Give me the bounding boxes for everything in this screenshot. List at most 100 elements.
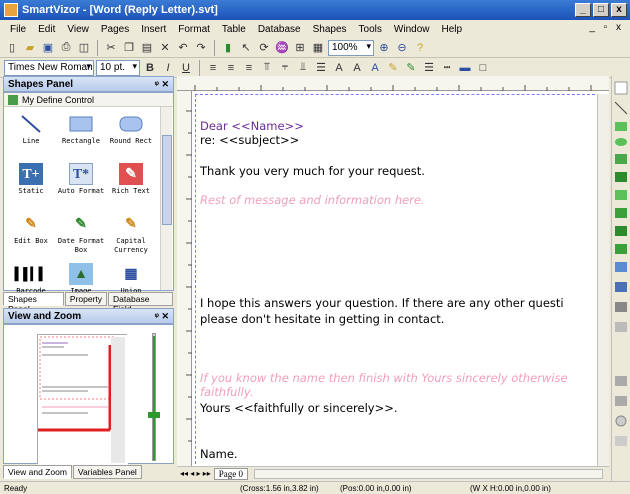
justify-icon[interactable]: ☰ xyxy=(313,60,329,76)
shape-edit-box[interactable]: ✎ Edit Box xyxy=(6,211,56,259)
status-cross: (Cross:1.56 in,3.82 in) xyxy=(240,483,319,493)
page-tab[interactable]: Page 0 xyxy=(213,467,249,480)
redo-icon[interactable]: ↷ xyxy=(193,40,209,56)
line-style-icon[interactable]: ☰ xyxy=(421,60,437,76)
font-color-icon[interactable]: A xyxy=(367,60,383,76)
maximize-button[interactable]: □ xyxy=(593,3,609,17)
body-line-2[interactable]: please don't hesitate in getting in cont… xyxy=(200,312,444,326)
menu-insert[interactable]: Insert xyxy=(135,24,172,35)
undo-icon[interactable]: ↶ xyxy=(175,40,191,56)
shape-rich-text[interactable]: ✎ Rich Text xyxy=(106,161,156,209)
menu-help[interactable]: Help xyxy=(435,24,468,35)
pointer-icon[interactable]: ↖ xyxy=(238,40,254,56)
line-color-icon[interactable]: ✎ xyxy=(403,60,419,76)
shape-capital-currency[interactable]: ✎ Capital Currency xyxy=(106,211,156,259)
menu-table[interactable]: Table xyxy=(216,24,252,35)
name-line[interactable]: Name. xyxy=(200,447,238,461)
body-line-1[interactable]: I hope this answers your question. If th… xyxy=(200,296,564,310)
closing-line[interactable]: Yours <<faithfully or sincerely>>. xyxy=(200,401,398,415)
open-icon[interactable]: ▰ xyxy=(22,40,38,56)
shape-line[interactable]: Line xyxy=(6,111,56,159)
align-left-icon[interactable]: ≡ xyxy=(205,60,221,76)
fill-color-icon[interactable]: ▬ xyxy=(457,60,473,76)
align-right-icon[interactable]: ≡ xyxy=(241,60,257,76)
align-center-icon[interactable]: ≡ xyxy=(223,60,239,76)
new-icon[interactable]: ▯ xyxy=(4,40,20,56)
category-header[interactable]: My Define Control xyxy=(4,93,173,107)
print-preview-icon[interactable]: ◫ xyxy=(76,40,92,56)
align-top-icon[interactable]: ⫪ xyxy=(259,60,275,76)
view-zoom-close-icon[interactable]: ᵠ ✕ xyxy=(155,311,169,322)
date-format-icon: ✎ xyxy=(75,216,87,232)
page-thumbnail[interactable] xyxy=(37,334,128,465)
copy-icon[interactable]: ❐ xyxy=(121,40,137,56)
subject-line[interactable]: re: <<subject>> xyxy=(200,133,299,147)
format-painter-icon[interactable]: ♒ xyxy=(274,40,290,56)
mdi-controls[interactable]: _ ▫ x xyxy=(589,22,624,33)
print-icon[interactable]: ⎙ xyxy=(58,40,74,56)
horizontal-scrollbar[interactable] xyxy=(254,468,603,479)
cut-icon[interactable]: ✂ xyxy=(103,40,119,56)
menu-pages[interactable]: Pages xyxy=(95,24,135,35)
menu-database[interactable]: Database xyxy=(252,24,307,35)
zoom-in-icon[interactable]: ⊕ xyxy=(376,40,392,56)
greeting-line[interactable]: Dear <<Name>> xyxy=(200,119,304,133)
menu-window[interactable]: Window xyxy=(388,24,436,35)
font-size-select[interactable]: 10 pt. xyxy=(96,59,140,76)
menu-tools[interactable]: Tools xyxy=(353,24,388,35)
shape-date-format-box[interactable]: ✎ Date Format Box xyxy=(56,211,106,259)
zoom-select[interactable]: 100% xyxy=(328,39,374,56)
page-nav-icons[interactable]: ◂◂ ◂ ▸ ▸▸ xyxy=(177,469,214,478)
menu-view[interactable]: View xyxy=(61,24,95,35)
paste-icon[interactable]: ▤ xyxy=(139,40,155,56)
help-icon[interactable]: ? xyxy=(412,40,428,56)
border-icon[interactable]: □ xyxy=(475,60,491,76)
tab-shapes-panel[interactable]: Shapes Panel xyxy=(3,292,64,314)
chart-icon[interactable]: ▮ xyxy=(220,40,236,56)
align-middle-icon[interactable]: ⫧ xyxy=(277,60,293,76)
shape-static[interactable]: T+ Static xyxy=(6,161,56,209)
shapes-scrollbar[interactable] xyxy=(160,107,172,290)
bold-icon[interactable]: B xyxy=(142,60,158,76)
line-dash-icon[interactable]: ┅ xyxy=(439,60,455,76)
shapes-panel-title: Shapes Panel xyxy=(8,78,74,90)
vertical-scrollbar[interactable] xyxy=(597,94,609,466)
tab-database-field[interactable]: Database Field xyxy=(108,292,173,314)
tab-property[interactable]: Property xyxy=(64,292,108,306)
view-zoom-panel xyxy=(3,324,174,465)
table-icon[interactable]: ⊞ xyxy=(292,40,308,56)
delete-icon[interactable]: ✕ xyxy=(157,40,173,56)
shrink-font-icon[interactable]: A xyxy=(349,60,365,76)
grow-font-icon[interactable]: A xyxy=(331,60,347,76)
shape-rectangle[interactable]: Rectangle xyxy=(56,111,106,159)
shape-round-rect[interactable]: Round Rect xyxy=(106,111,156,159)
zoom-out-icon[interactable]: ⊖ xyxy=(394,40,410,56)
italic-icon[interactable]: I xyxy=(160,60,176,76)
menu-shapes[interactable]: Shapes xyxy=(307,24,353,35)
shape-auto-format[interactable]: T* Auto Format xyxy=(56,161,106,209)
thank-you-line[interactable]: Thank you very much for your request. xyxy=(200,164,425,178)
document-page[interactable]: Dear <<Name>> re: <<subject>> Thank you … xyxy=(195,94,605,464)
closing-hint-2[interactable]: faithfully. xyxy=(200,385,253,399)
category-label: My Define Control xyxy=(22,94,95,105)
align-bottom-icon[interactable]: ⫫ xyxy=(295,60,311,76)
menu-file[interactable]: File xyxy=(4,24,32,35)
menu-edit[interactable]: Edit xyxy=(32,24,61,35)
zoom-slider[interactable] xyxy=(148,333,160,461)
font-name-select[interactable]: Times New Roman xyxy=(4,59,94,76)
rotate-icon[interactable]: ⟳ xyxy=(256,40,272,56)
minimize-button[interactable]: _ xyxy=(575,3,591,17)
message-placeholder[interactable]: Rest of message and information here. xyxy=(200,193,425,207)
closing-hint-1[interactable]: If you know the name then finish with Yo… xyxy=(200,371,568,385)
save-icon[interactable]: ▣ xyxy=(40,40,56,56)
tab-view-and-zoom[interactable]: View and Zoom xyxy=(3,465,72,479)
vertical-ruler xyxy=(177,91,192,466)
menu-format[interactable]: Format xyxy=(172,24,216,35)
grid-icon[interactable]: ▦ xyxy=(310,40,326,56)
standard-toolbar: ▯ ▰ ▣ ⎙ ◫ ✂ ❐ ▤ ✕ ↶ ↷ ▮ ↖ ⟳ ♒ ⊞ ▦ 100% ⊕… xyxy=(0,38,630,58)
tab-variables-panel[interactable]: Variables Panel xyxy=(72,465,142,479)
highlight-icon[interactable]: ✎ xyxy=(385,60,401,76)
underline-icon[interactable]: U xyxy=(178,60,194,76)
close-button[interactable]: x xyxy=(611,3,627,17)
panel-close-icon[interactable]: ᵠ ✕ xyxy=(155,79,169,90)
